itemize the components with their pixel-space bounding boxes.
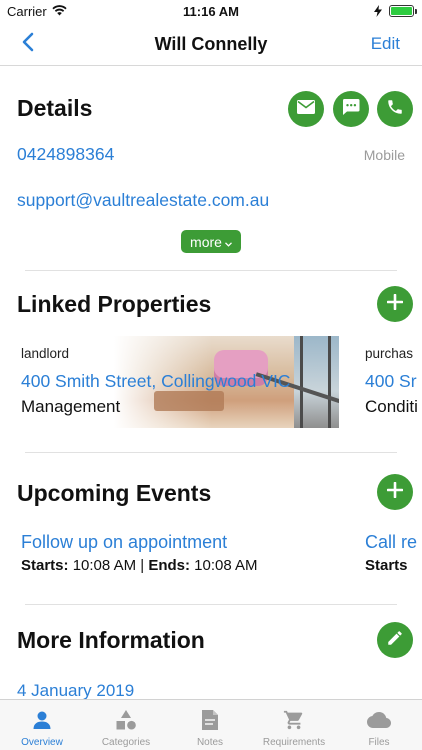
tab-label: Requirements xyxy=(262,737,326,748)
call-action-button[interactable] xyxy=(377,91,413,127)
pencil-icon xyxy=(386,629,404,652)
tab-label: Categories xyxy=(101,737,151,748)
section-divider xyxy=(25,452,397,453)
info-date-link[interactable]: 4 January 2019 xyxy=(17,681,134,701)
property-card[interactable]: landlord 400 Smith Street, Collingwood V… xyxy=(21,336,339,428)
end-time: 10:08 AM xyxy=(194,557,258,574)
property-type: Conditi xyxy=(365,397,418,416)
time-separator: | xyxy=(140,557,145,574)
event-title-link[interactable]: Follow up on appointment xyxy=(21,532,258,553)
starts-label: Starts xyxy=(365,557,408,574)
battery-level xyxy=(391,7,412,15)
status-bar: Carrier 11:16 AM xyxy=(0,0,422,22)
ends-label: Ends: xyxy=(148,557,190,574)
tab-categories[interactable]: Categories xyxy=(84,700,168,750)
tab-overview[interactable]: Overview xyxy=(0,700,84,750)
upcoming-events-heading: Upcoming Events xyxy=(17,480,212,506)
tab-label: Overview xyxy=(21,737,63,748)
person-icon xyxy=(30,708,54,732)
start-time: 10:08 AM xyxy=(72,557,137,574)
edit-button[interactable]: Edit xyxy=(371,34,400,54)
section-divider xyxy=(25,604,397,605)
add-property-button[interactable] xyxy=(377,286,413,322)
event-item[interactable]: Follow up on appointment Starts: 10:08 A… xyxy=(21,532,258,574)
event-item[interactable]: Call re Starts xyxy=(365,532,422,574)
email-action-button[interactable] xyxy=(288,91,324,127)
shapes-icon xyxy=(114,708,138,732)
email-link[interactable]: support@vaultrealestate.com.au xyxy=(17,190,269,211)
tab-label: Files xyxy=(368,737,390,748)
event-times: Starts xyxy=(365,557,422,574)
message-icon xyxy=(342,98,360,121)
more-label: more xyxy=(190,233,222,250)
plus-icon xyxy=(386,481,404,503)
add-event-button[interactable] xyxy=(377,474,413,510)
chevron-down-icon xyxy=(224,234,232,250)
phone-number-link[interactable]: 0424898364 xyxy=(17,144,114,165)
more-details-button[interactable]: more xyxy=(181,230,241,253)
section-divider xyxy=(25,270,397,271)
note-icon xyxy=(198,708,222,732)
plus-icon xyxy=(386,293,404,315)
property-card[interactable]: purchas 400 Sr Conditi xyxy=(365,336,422,428)
edit-information-button[interactable] xyxy=(377,622,413,658)
page-title: Will Connelly xyxy=(154,34,268,54)
property-type: Management xyxy=(21,397,121,416)
tab-label: Notes xyxy=(196,737,224,748)
event-times: Starts: 10:08 AM | Ends: 10:08 AM xyxy=(21,557,258,574)
property-role: landlord xyxy=(21,346,70,361)
property-address-link[interactable]: 400 Smith Street, Collingwood VIC xyxy=(21,371,290,392)
tab-notes[interactable]: Notes xyxy=(168,700,252,750)
tab-requirements[interactable]: Requirements xyxy=(252,700,336,750)
details-heading: Details xyxy=(17,95,93,121)
tab-bar: Overview Categories Notes Requirements F… xyxy=(0,699,422,750)
cloud-icon xyxy=(367,708,391,732)
starts-label: Starts: xyxy=(21,557,69,574)
property-address-link[interactable]: 400 Sr xyxy=(365,371,417,392)
navigation-bar: Will Connelly Edit xyxy=(0,22,422,66)
property-role: purchas xyxy=(365,346,414,361)
status-time: 11:16 AM xyxy=(183,4,239,19)
event-title-link[interactable]: Call re xyxy=(365,532,422,553)
mail-icon xyxy=(297,99,315,119)
more-information-heading: More Information xyxy=(17,627,205,653)
linked-properties-heading: Linked Properties xyxy=(17,291,212,317)
message-action-button[interactable] xyxy=(333,91,369,127)
phone-type-label: Mobile xyxy=(363,147,405,163)
battery-icon xyxy=(389,5,417,17)
charging-icon xyxy=(374,5,382,20)
cart-icon xyxy=(282,708,306,732)
tab-files[interactable]: Files xyxy=(337,700,421,750)
phone-icon xyxy=(386,98,404,121)
